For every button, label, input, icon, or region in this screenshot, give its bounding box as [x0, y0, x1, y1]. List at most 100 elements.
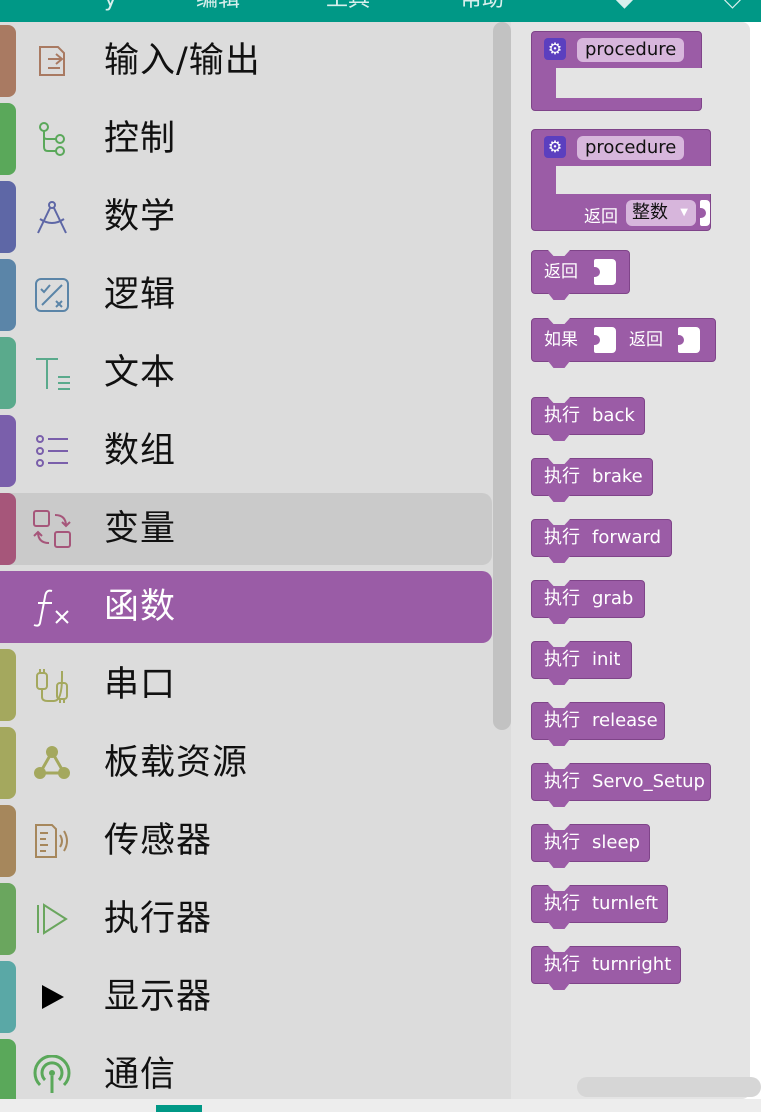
call-block-forward[interactable]: 执行 forward — [531, 519, 672, 563]
call-block-servo-setup[interactable]: 执行 Servo_Setup — [531, 763, 711, 807]
call-label: 执行 forward — [544, 520, 661, 556]
return-type-dropdown[interactable]: 整数 ▼ — [626, 200, 696, 226]
category-label: 串口 — [104, 665, 177, 705]
procedure-name: brake — [592, 466, 643, 487]
call-label: 执行 back — [544, 398, 635, 434]
call-label: 执行 release — [544, 703, 658, 739]
menu-fragment[interactable]: ◇ — [724, 0, 741, 11]
category-color-stripe — [0, 805, 16, 877]
category-label: 执行器 — [104, 899, 213, 939]
procedure-name: grab — [592, 588, 634, 609]
call-keyword: 执行 — [544, 649, 580, 670]
menu-fragment[interactable]: y — [104, 0, 117, 11]
category-color-stripe — [0, 493, 16, 565]
board-resource-icon — [34, 746, 70, 779]
gear-icon[interactable]: ⚙ — [544, 38, 566, 60]
value-socket — [677, 327, 700, 353]
menu-fragment[interactable]: 工具 — [326, 0, 370, 11]
category-color-stripe — [0, 415, 16, 487]
call-block-turnright[interactable]: 执行 turnright — [531, 946, 681, 990]
function-icon — [33, 589, 69, 627]
category-label: 变量 — [104, 509, 177, 549]
procedure-definition-block[interactable]: ⚙ procedure — [531, 31, 702, 111]
category-display[interactable]: 显示器 — [0, 961, 492, 1033]
category-label: 输入/输出 — [104, 41, 261, 81]
call-block-brake[interactable]: 执行 brake — [531, 458, 653, 502]
return-type-value: 整数 — [632, 202, 668, 223]
procedure-name: release — [592, 710, 658, 731]
call-label: 执行 turnright — [544, 947, 671, 983]
right-edge — [750, 22, 761, 1112]
category-label: 板载资源 — [104, 743, 249, 783]
call-keyword: 执行 — [544, 466, 580, 487]
category-sensor[interactable]: 传感器 — [0, 805, 492, 877]
if-label: 如果 — [544, 330, 578, 350]
call-block-grab[interactable]: 执行 grab — [531, 580, 645, 624]
menu-fragment[interactable]: ◆ — [616, 0, 633, 11]
dropdown-arrow-icon: ▼ — [680, 207, 688, 218]
category-label: 数学 — [104, 197, 177, 237]
category-label: 传感器 — [104, 821, 213, 861]
top-menu-bar: y 编辑 工具 帮助 ◆ ◇ — [0, 0, 761, 22]
category-serial[interactable]: 串口 — [0, 649, 492, 721]
category-color-stripe — [0, 181, 16, 253]
call-label: 执行 turnleft — [544, 886, 658, 922]
bottom-tab-indicator[interactable] — [156, 1105, 202, 1112]
call-keyword: 执行 — [544, 710, 580, 731]
category-io[interactable]: 输入/输出 — [0, 25, 492, 97]
variable-icon — [33, 510, 71, 548]
call-block-back[interactable]: 执行 back — [531, 397, 645, 441]
category-color-stripe — [0, 259, 16, 331]
call-keyword: 执行 — [544, 832, 580, 853]
call-keyword: 执行 — [544, 405, 580, 426]
category-array[interactable]: 数组 — [0, 415, 492, 487]
gear-icon[interactable]: ⚙ — [544, 136, 566, 158]
category-label: 文本 — [104, 353, 177, 393]
return-block[interactable]: 返回 — [531, 250, 630, 300]
call-keyword: 执行 — [544, 771, 580, 792]
call-block-turnleft[interactable]: 执行 turnleft — [531, 885, 668, 929]
category-function[interactable]: 函数 — [0, 571, 492, 643]
category-variable[interactable]: 变量 — [0, 493, 492, 565]
call-label: 执行 sleep — [544, 825, 640, 861]
call-keyword: 执行 — [544, 588, 580, 609]
compass-icon — [37, 201, 67, 234]
category-actuator[interactable]: 执行器 — [0, 883, 492, 955]
category-label: 函数 — [104, 587, 177, 627]
call-label: 执行 init — [544, 642, 620, 678]
procedure-name: Servo_Setup — [592, 771, 705, 792]
category-control[interactable]: 控制 — [0, 103, 492, 175]
value-socket — [699, 200, 710, 226]
category-logic[interactable]: 逻辑 — [0, 259, 492, 331]
io-icon — [39, 46, 65, 76]
workspace-horizontal-scrollbar[interactable] — [577, 1077, 761, 1097]
category-label: 显示器 — [104, 977, 213, 1017]
category-color-stripe — [0, 337, 16, 409]
procedure-name: back — [592, 405, 635, 426]
text-icon — [36, 358, 70, 390]
procedure-name-field[interactable]: procedure — [577, 38, 685, 62]
call-label: 执行 grab — [544, 581, 633, 617]
category-label: 控制 — [104, 119, 177, 159]
menu-fragment[interactable]: 帮助 — [460, 0, 504, 11]
call-label: 执行 Servo_Setup — [544, 764, 705, 800]
condition-socket — [593, 327, 616, 353]
statement-slot — [556, 68, 702, 98]
category-board-resources[interactable]: 板载资源 — [0, 727, 492, 799]
call-block-init[interactable]: 执行 init — [531, 641, 632, 685]
procedure-name-field[interactable]: procedure — [577, 136, 685, 160]
toolbox-scrollbar[interactable] — [493, 22, 511, 730]
category-color-stripe — [0, 649, 16, 721]
call-block-sleep[interactable]: 执行 sleep — [531, 824, 650, 868]
call-block-release[interactable]: 执行 release — [531, 702, 665, 746]
category-math[interactable]: 数学 — [0, 181, 492, 253]
category-text[interactable]: 文本 — [0, 337, 492, 409]
bottom-bar — [0, 1099, 761, 1112]
control-flow-icon — [39, 122, 65, 156]
procedure-name: turnright — [592, 954, 672, 975]
procedure-name: turnleft — [592, 893, 659, 914]
procedure-return-definition-block[interactable]: ⚙ procedure 返回 整数 ▼ — [531, 129, 711, 231]
value-socket — [593, 259, 616, 285]
if-return-block[interactable]: 如果 返回 — [531, 318, 716, 368]
menu-fragment[interactable]: 编辑 — [196, 0, 240, 11]
